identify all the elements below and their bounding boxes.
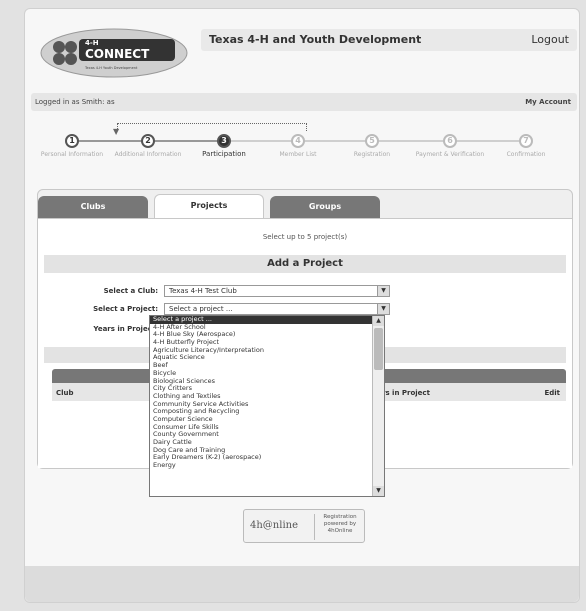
step-number: 7 [519,134,533,148]
header: 4-H CONNECT Texas 4-H Youth Development … [31,23,577,83]
step-label: Payment & Verification [415,151,485,158]
4h-connect-logo: 4-H CONNECT Texas 4-H Youth Development [40,28,188,78]
step-number: 5 [365,134,379,148]
step-6: 6 Payment & Verification [415,134,485,158]
org-title-bar: Texas 4-H and Youth Development Logout [201,29,577,51]
tab-clubs[interactable]: Clubs [38,196,148,218]
badge-divider [314,514,315,540]
footer [25,566,579,602]
club-label: Select a Club: [103,287,158,295]
page-container: 4-H CONNECT Texas 4-H Youth Development … [24,8,580,603]
powered-by-badge[interactable]: 4h@nline Registration powered by 4hOnlin… [243,509,365,543]
dropdown-scrollbar[interactable]: ▲ ▼ [372,316,384,496]
4honline-logo: 4h@nline [250,520,298,531]
tab-bar: Clubs Projects Groups [38,190,572,218]
club-select[interactable]: Texas 4-H Test Club ▼ [164,285,390,297]
step-number: 2 [141,134,155,148]
step-5: 5 Registration [337,134,407,158]
step-number: 1 [65,134,79,148]
step-4: 4 Member List [263,134,333,158]
dropdown-option[interactable]: Early Dreamers (K-2) (aerospace) [150,454,372,462]
return-loop-line [117,123,307,131]
scroll-up-arrow-icon[interactable]: ▲ [373,316,384,326]
step-label: Personal Information [40,151,104,158]
dropdown-option[interactable]: Aquatic Science [150,354,372,362]
step-number: 6 [443,134,457,148]
select-hint: Select up to 5 project(s) [262,233,348,241]
step-label: Member List [279,151,317,158]
progress-steps: ▼ 1 Personal Information 2 Additional In… [31,121,577,181]
step-7: 7 Confirmation [491,134,561,158]
project-label: Select a Project: [93,305,158,313]
chevron-down-icon: ▼ [377,286,389,296]
my-account-link[interactable]: My Account [525,98,571,106]
dropdown-option[interactable]: Beef [150,361,372,370]
org-title: Texas 4-H and Youth Development [209,33,422,46]
step-number: 3 [217,134,231,148]
dropdown-option[interactable]: Energy [150,461,372,470]
step-number: 4 [291,134,305,148]
logged-in-text: Logged in as Smith: as [35,98,115,106]
step-3: 3 Participation [189,134,259,158]
dropdown-options: Select a project ... 4-H After School 4-… [150,316,372,496]
step-2: 2 Additional Information [113,134,183,158]
login-bar: Logged in as Smith: as My Account [31,93,577,111]
chevron-down-icon: ▼ [377,304,389,314]
column-club: Club [56,389,74,397]
column-years: rs in Project [382,389,430,397]
step-label: Additional Information [114,151,182,158]
project-dropdown-list[interactable]: Select a project ... 4-H After School 4-… [149,315,385,497]
step-1: 1 Personal Information [37,134,107,158]
scroll-thumb[interactable] [374,328,383,370]
years-label: Years in Project: [93,325,158,333]
logout-link[interactable]: Logout [531,33,569,46]
column-edit: Edit [544,389,560,397]
club-select-value: Texas 4-H Test Club [169,287,237,295]
step-label: Confirmation [506,151,546,158]
tab-projects[interactable]: Projects [154,194,264,218]
step-label: Participation [202,150,246,158]
logo-4h: 4-H [85,39,99,47]
add-project-header: Add a Project [44,255,566,273]
scroll-down-arrow-icon[interactable]: ▼ [373,486,384,496]
badge-text: Registration powered by 4hOnline [323,514,357,534]
step-label: Registration [353,151,391,158]
svg-text:Texas 4-H Youth Development: Texas 4-H Youth Development [84,66,138,70]
logo-connect: CONNECT [85,47,150,61]
tab-groups[interactable]: Groups [270,196,380,218]
project-select-value: Select a project ... [169,305,233,313]
project-select[interactable]: Select a project ... ▼ [164,303,390,315]
